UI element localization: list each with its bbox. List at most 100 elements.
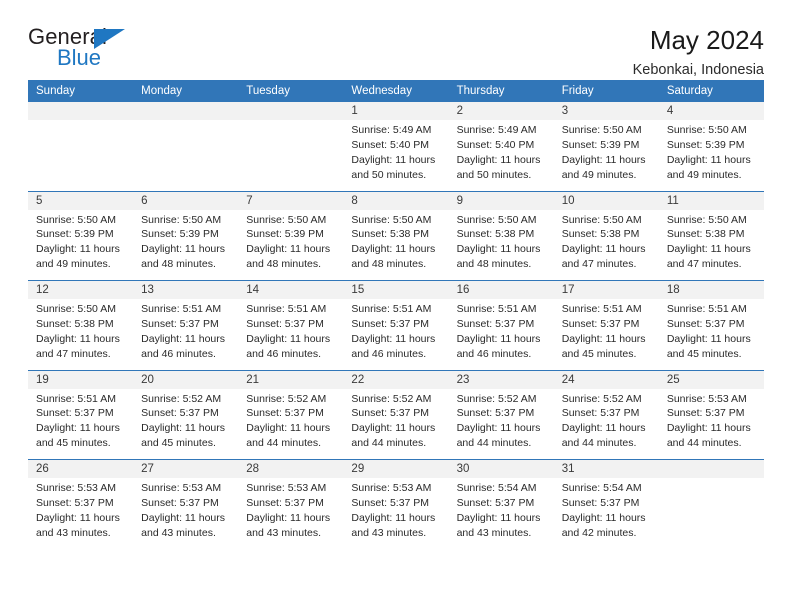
daynum-cell[interactable]: 30 (448, 459, 554, 478)
daylight-text-line2: and 46 minutes. (246, 347, 321, 360)
daynum-cell[interactable] (238, 102, 344, 120)
sunrise-text: Sunrise: 5:53 AM (351, 482, 432, 494)
day-cell[interactable]: Sunrise: 5:50 AM Sunset: 5:39 PM Dayligh… (238, 209, 344, 281)
day-cell[interactable]: Sunrise: 5:51 AM Sunset: 5:37 PM Dayligh… (553, 299, 659, 370)
daynum-cell[interactable]: 2 (448, 102, 554, 120)
daynum-cell[interactable]: 4 (658, 102, 764, 120)
daynum-cell[interactable]: 3 (553, 102, 659, 120)
day-cell[interactable]: Sunrise: 5:51 AM Sunset: 5:37 PM Dayligh… (658, 299, 764, 370)
daynum-cell[interactable]: 25 (658, 369, 764, 389)
daynum-cell[interactable]: 7 (238, 190, 344, 210)
daynum-cell[interactable] (28, 102, 134, 120)
week-3-daynum-row: 12 13 14 15 16 17 18 (28, 280, 764, 299)
sunrise-text: Sunrise: 5:54 AM (456, 482, 537, 494)
daynum-cell[interactable]: 27 (133, 459, 239, 478)
daynum-cell[interactable]: 29 (343, 459, 449, 478)
day-cell[interactable]: Sunrise: 5:50 AM Sunset: 5:39 PM Dayligh… (658, 120, 764, 191)
logo-text-blue: Blue (57, 45, 102, 70)
daylight-text-line1: Daylight: 11 hours (666, 243, 751, 256)
daynum-cell[interactable]: 10 (553, 190, 659, 210)
day-cell[interactable]: Sunrise: 5:51 AM Sunset: 5:37 PM Dayligh… (343, 299, 449, 370)
day-cell[interactable]: Sunrise: 5:50 AM Sunset: 5:38 PM Dayligh… (343, 209, 449, 281)
day-cell[interactable]: Sunrise: 5:50 AM Sunset: 5:39 PM Dayligh… (553, 120, 659, 191)
location-subtitle: Kebonkai, Indonesia (632, 61, 764, 78)
daynum-cell[interactable]: 23 (448, 369, 554, 389)
daynum-cell[interactable]: 14 (238, 280, 344, 299)
day-cell[interactable]: Sunrise: 5:50 AM Sunset: 5:39 PM Dayligh… (133, 209, 239, 281)
daylight-text-line1: Daylight: 11 hours (561, 243, 646, 256)
daylight-text-line2: and 44 minutes. (351, 437, 427, 450)
daynum-cell[interactable]: 21 (238, 369, 344, 389)
day-cell[interactable] (658, 478, 764, 549)
day-cell[interactable]: Sunrise: 5:50 AM Sunset: 5:39 PM Dayligh… (28, 209, 134, 281)
general-blue-logo[interactable]: General Blue (28, 26, 148, 74)
daynum-cell[interactable]: 6 (133, 190, 239, 210)
daylight-text-line1: Daylight: 11 hours (141, 511, 225, 524)
weekday-header-wednesday: Wednesday (343, 80, 449, 102)
day-cell[interactable]: Sunrise: 5:53 AM Sunset: 5:37 PM Dayligh… (658, 388, 764, 460)
daylight-text-line2: and 48 minutes. (351, 258, 427, 271)
day-cell[interactable]: Sunrise: 5:54 AM Sunset: 5:37 PM Dayligh… (448, 478, 554, 549)
daylight-text-line2: and 49 minutes. (36, 258, 111, 271)
daynum-cell[interactable]: 8 (343, 190, 449, 210)
daynum-cell[interactable]: 11 (658, 190, 764, 210)
day-cell[interactable]: Sunrise: 5:49 AM Sunset: 5:40 PM Dayligh… (343, 120, 449, 191)
daynum-cell[interactable]: 22 (343, 369, 449, 389)
daylight-text-line2: and 45 minutes. (666, 347, 742, 360)
daynum-cell[interactable]: 20 (133, 369, 239, 389)
daylight-text-line1: Daylight: 11 hours (246, 332, 331, 345)
daylight-text-line2: and 47 minutes. (36, 347, 111, 360)
day-cell[interactable] (133, 120, 239, 191)
sunset-text: Sunset: 5:38 PM (351, 228, 430, 241)
daynum-cell[interactable]: 19 (28, 369, 134, 389)
day-cell[interactable]: Sunrise: 5:53 AM Sunset: 5:37 PM Dayligh… (343, 478, 449, 549)
daynum-cell[interactable]: 18 (658, 280, 764, 299)
daynum-cell[interactable]: 17 (553, 280, 659, 299)
day-cell[interactable]: Sunrise: 5:51 AM Sunset: 5:37 PM Dayligh… (133, 299, 239, 370)
day-cell[interactable] (238, 120, 344, 191)
day-cell[interactable]: Sunrise: 5:51 AM Sunset: 5:37 PM Dayligh… (448, 299, 554, 370)
daylight-text-line1: Daylight: 11 hours (351, 422, 436, 435)
daynum-cell[interactable]: 31 (553, 459, 659, 478)
daylight-text-line2: and 48 minutes. (141, 258, 216, 271)
day-cell[interactable]: Sunrise: 5:51 AM Sunset: 5:37 PM Dayligh… (28, 388, 134, 460)
sunrise-text: Sunrise: 5:50 AM (246, 213, 327, 226)
day-cell[interactable]: Sunrise: 5:54 AM Sunset: 5:37 PM Dayligh… (553, 478, 659, 549)
day-cell[interactable]: Sunrise: 5:50 AM Sunset: 5:38 PM Dayligh… (553, 209, 659, 281)
title-block: May 2024 Kebonkai, Indonesia (632, 25, 764, 79)
daylight-text-line1: Daylight: 11 hours (36, 422, 120, 435)
daynum-cell[interactable]: 5 (28, 190, 134, 210)
daynum-cell[interactable]: 26 (28, 459, 134, 478)
sunset-text: Sunset: 5:37 PM (666, 407, 745, 420)
daynum-cell[interactable]: 16 (448, 280, 554, 299)
daynum-cell[interactable]: 24 (553, 369, 659, 389)
day-cell[interactable]: Sunrise: 5:52 AM Sunset: 5:37 PM Dayligh… (133, 388, 239, 460)
daynum-cell[interactable]: 13 (133, 280, 239, 299)
day-cell[interactable]: Sunrise: 5:50 AM Sunset: 5:38 PM Dayligh… (448, 209, 554, 281)
daynum-cell[interactable]: 9 (448, 190, 554, 210)
day-cell[interactable]: Sunrise: 5:49 AM Sunset: 5:40 PM Dayligh… (448, 120, 554, 191)
daylight-text-line1: Daylight: 11 hours (246, 243, 331, 256)
day-cell[interactable]: Sunrise: 5:53 AM Sunset: 5:37 PM Dayligh… (238, 478, 344, 549)
daynum-cell[interactable]: 28 (238, 459, 344, 478)
day-cell[interactable]: Sunrise: 5:53 AM Sunset: 5:37 PM Dayligh… (28, 478, 134, 549)
daynum-cell[interactable]: 1 (343, 102, 449, 120)
sunrise-text: Sunrise: 5:53 AM (666, 392, 747, 405)
sunset-text: Sunset: 5:38 PM (36, 317, 114, 330)
day-cell[interactable]: Sunrise: 5:52 AM Sunset: 5:37 PM Dayligh… (238, 388, 344, 460)
daylight-text-line1: Daylight: 11 hours (36, 243, 120, 256)
day-cell[interactable]: Sunrise: 5:50 AM Sunset: 5:38 PM Dayligh… (28, 299, 134, 370)
day-cell[interactable]: Sunrise: 5:52 AM Sunset: 5:37 PM Dayligh… (553, 388, 659, 460)
daynum-cell[interactable] (658, 459, 764, 478)
daynum-cell[interactable]: 12 (28, 280, 134, 299)
sunrise-text: Sunrise: 5:50 AM (36, 213, 116, 226)
day-cell[interactable]: Sunrise: 5:53 AM Sunset: 5:37 PM Dayligh… (133, 478, 239, 549)
day-cell[interactable] (28, 120, 134, 191)
day-cell[interactable]: Sunrise: 5:52 AM Sunset: 5:37 PM Dayligh… (448, 388, 554, 460)
day-cell[interactable]: Sunrise: 5:52 AM Sunset: 5:37 PM Dayligh… (343, 388, 449, 460)
daynum-cell[interactable]: 15 (343, 280, 449, 299)
day-cell[interactable]: Sunrise: 5:50 AM Sunset: 5:38 PM Dayligh… (658, 209, 764, 281)
day-cell[interactable]: Sunrise: 5:51 AM Sunset: 5:37 PM Dayligh… (238, 299, 344, 370)
calendar-page: General Blue May 2024 Kebonkai, Indonesi… (0, 0, 792, 612)
daynum-cell[interactable] (133, 102, 239, 120)
